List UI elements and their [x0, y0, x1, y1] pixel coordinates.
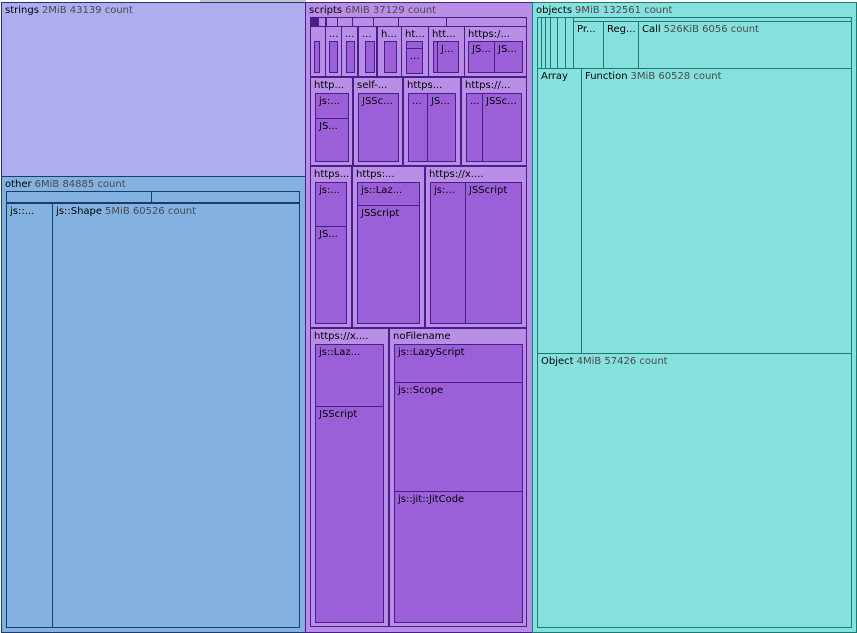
scripts-leaf-a8-label: JS... — [498, 44, 517, 55]
scripts-r2-1a-label: JSSc... — [362, 96, 393, 107]
scripts-r2-1-label: self-... — [357, 80, 388, 91]
scripts-col-4-label: h... — [381, 29, 397, 40]
scripts-leaf-a7[interactable]: JS... — [468, 41, 495, 73]
scripts-r4-0-label: https://x.... — [314, 331, 369, 342]
scripts-r2-0b-label: JS... — [319, 121, 338, 132]
scripts-r4-nofilename-label: noFilename — [393, 331, 451, 342]
scripts-col-1-label: ... — [329, 29, 339, 40]
scripts-r4-0b-label: JSScript — [319, 409, 358, 420]
objects-node-object-size: 4MiB 57426 count — [576, 356, 668, 367]
scripts-r4-0a-label: js::Laz... — [319, 347, 361, 358]
scripts-r3-1-label: https:... — [356, 169, 395, 180]
objects-node-call-size: 526KiB 6056 count — [663, 24, 759, 35]
scripts-r2-0-label: http... — [314, 80, 345, 91]
scripts-r3-0b-label: JS... — [319, 229, 338, 240]
scripts-col-6-label: htt... — [432, 29, 456, 40]
scripts-leaf-a8[interactable]: JS... — [494, 41, 523, 73]
objects-node-object[interactable]: Object 4MiB 57426 count — [537, 353, 852, 628]
group-objects-size: 9MiB 132561 count — [575, 5, 673, 16]
scripts-col-5-label: ht... — [405, 29, 425, 40]
scripts-r3-2b-label: JSScript — [469, 185, 508, 196]
scripts-r2-2-label: https... — [407, 80, 443, 91]
group-other-label: other 6MiB 84885 count — [5, 179, 126, 190]
scripts-r2-3b-label: JSSc... — [486, 96, 517, 107]
scripts-leaf-a6b[interactable]: J... — [437, 41, 459, 73]
scripts-nf-lazyscript-label: js::LazyScript — [398, 347, 465, 358]
group-scripts-label: scripts 6MiB 37129 count — [309, 5, 437, 16]
scripts-leaf-a5b[interactable]: ... — [406, 48, 423, 74]
objects-node-function-label: Function 3MiB 60528 count — [585, 71, 722, 82]
scripts-leaf-a7-label: JS... — [472, 44, 491, 55]
group-strings-label: strings 2MiB 43139 count — [5, 5, 133, 16]
objects-node-function-size: 3MiB 60528 count — [630, 71, 722, 82]
group-other-size: 6MiB 84885 count — [34, 179, 126, 190]
scripts-r2-2b-label: JS... — [431, 96, 450, 107]
other-node-js[interactable]: js::... — [6, 203, 53, 628]
scripts-nf-scope-label: js::Scope — [398, 385, 444, 396]
scripts-r2-3a-label: ... — [470, 96, 480, 107]
scripts-r3-2a-label: js:... — [434, 185, 455, 196]
scripts-leaf-a4[interactable] — [384, 41, 397, 73]
group-strings-size: 2MiB 43139 count — [41, 5, 133, 16]
scripts-r3-0a-label: js:... — [319, 185, 340, 196]
group-scripts-size: 6MiB 37129 count — [345, 5, 437, 16]
scripts-col-2-label: ... — [345, 29, 355, 40]
scripts-r3-0-label: https... — [314, 169, 350, 180]
scripts-col-7-label: https:/... — [468, 29, 511, 40]
objects-node-pr[interactable]: Pr... — [573, 21, 604, 69]
other-strip-a[interactable] — [6, 191, 152, 203]
scripts-nf-jitcode-label: js::jit::JitCode — [398, 494, 465, 505]
scripts-r2-1a[interactable]: JSSc... — [358, 93, 399, 162]
objects-node-function[interactable]: Function 3MiB 60528 count — [581, 68, 852, 355]
scripts-leaf-a2[interactable] — [346, 41, 355, 73]
scripts-r3-0b[interactable]: JS... — [315, 226, 347, 324]
scripts-col-0-leaf[interactable] — [314, 41, 320, 73]
scripts-r3-1a-label: js::Laz... — [361, 185, 403, 196]
scripts-r2-3-label: https://... — [465, 80, 511, 91]
scripts-leaf-a3[interactable] — [365, 41, 375, 73]
scripts-leaf-a1[interactable] — [329, 41, 338, 73]
other-node-shape[interactable]: js::Shape 5MiB 60526 count — [52, 203, 300, 628]
scripts-nf-scope[interactable]: js::Scope — [394, 382, 523, 492]
scripts-r3-2a[interactable]: js:... — [430, 182, 466, 324]
scripts-r3-1a[interactable]: js::Laz... — [357, 182, 420, 206]
scripts-r3-2b[interactable]: JSScript — [465, 182, 522, 324]
objects-node-array[interactable]: Array — [537, 68, 582, 355]
scripts-r3-0a[interactable]: js:... — [315, 182, 347, 227]
scripts-r4-0b[interactable]: JSScript — [315, 406, 384, 623]
scripts-leaf-a6b-label: J... — [441, 44, 454, 55]
scripts-r2-3a[interactable]: ... — [466, 93, 483, 162]
objects-node-reg-label: Reg... — [607, 24, 636, 35]
other-node-shape-label: js::Shape 5MiB 60526 count — [56, 206, 197, 217]
scripts-col-3-label: ... — [362, 29, 372, 40]
scripts-nf-lazyscript[interactable]: js::LazyScript — [394, 344, 523, 383]
group-objects-label: objects 9MiB 132561 count — [536, 5, 673, 16]
scripts-r2-0a-label: js:... — [319, 96, 340, 107]
scripts-r3-2-label: https://x.... — [429, 169, 484, 180]
group-strings[interactable]: strings 2MiB 43139 count — [1, 2, 306, 177]
scripts-leaf-a5b-label: ... — [410, 51, 420, 62]
objects-node-object-label: Object 4MiB 57426 count — [541, 356, 668, 367]
scripts-r3-1b-label: JSScript — [361, 208, 400, 219]
objects-node-reg[interactable]: Reg... — [603, 21, 639, 69]
objects-node-pr-label: Pr... — [577, 24, 596, 35]
scripts-r4-0a[interactable]: js::Laz... — [315, 344, 384, 407]
scripts-r2-2b[interactable]: JS... — [427, 93, 456, 162]
scripts-r2-0b[interactable]: JS... — [315, 118, 349, 162]
other-node-shape-size: 5MiB 60526 count — [105, 206, 197, 217]
other-node-js-label: js::... — [10, 206, 35, 217]
objects-node-call[interactable]: Call 526KiB 6056 count — [638, 21, 852, 69]
heap-treemap: strings 2MiB 43139 count other 6MiB 84885 c… — [0, 0, 857, 633]
scripts-r2-0a[interactable]: js:... — [315, 93, 349, 119]
objects-node-array-label: Array — [541, 71, 568, 82]
scripts-r2-2a-label: ... — [412, 96, 422, 107]
scripts-r2-2a[interactable]: ... — [408, 93, 428, 162]
other-strip-b[interactable] — [151, 191, 300, 203]
scripts-r2-3b[interactable]: JSSc... — [482, 93, 522, 162]
objects-node-call-label: Call 526KiB 6056 count — [642, 24, 759, 35]
scripts-r3-1b[interactable]: JSScript — [357, 205, 420, 324]
scripts-nf-jitcode[interactable]: js::jit::JitCode — [394, 491, 523, 623]
